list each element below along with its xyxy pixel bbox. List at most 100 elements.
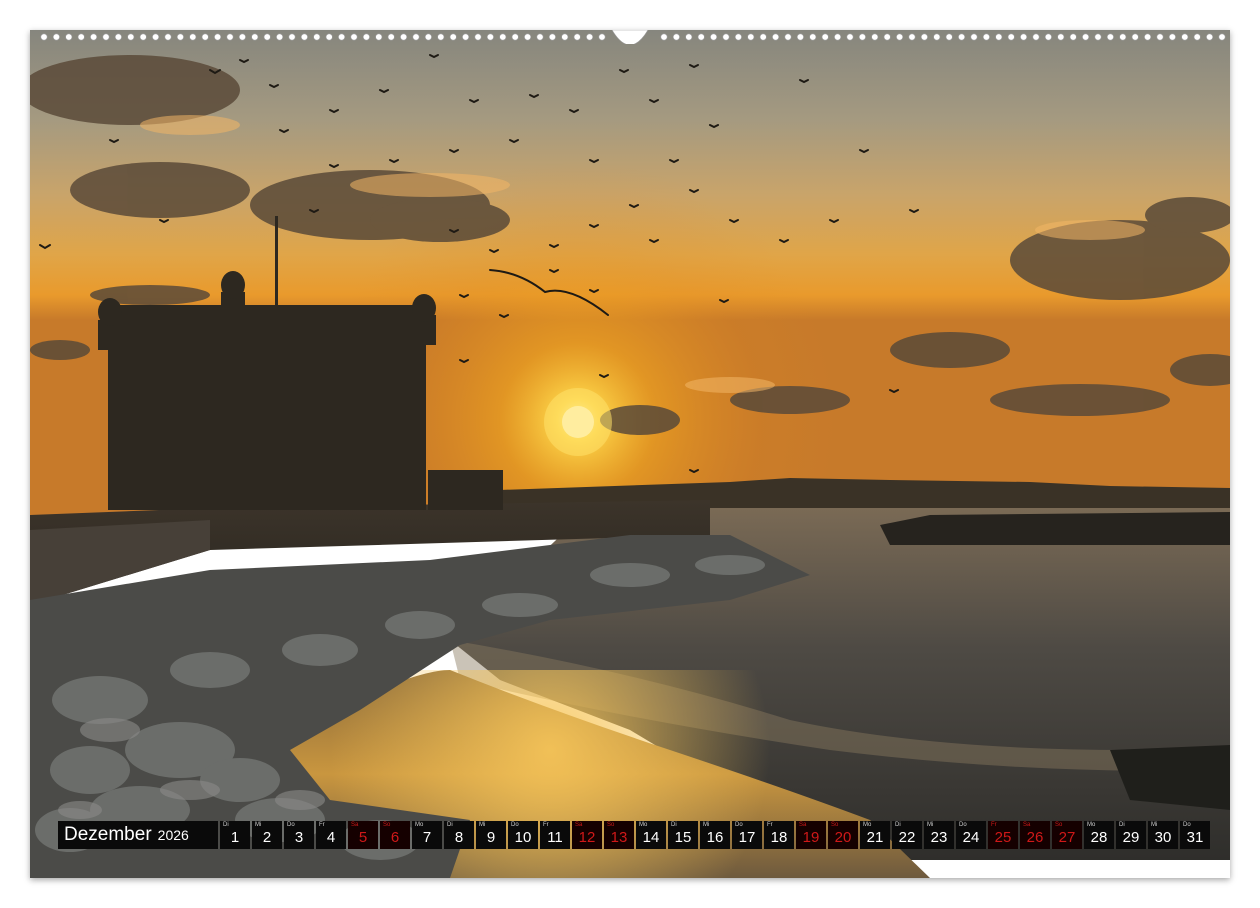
binding-hole	[1007, 33, 1015, 41]
day-number: 14	[642, 829, 660, 846]
binding-hole	[1020, 33, 1028, 41]
day-number: 19	[802, 829, 820, 846]
binding-hole	[152, 33, 160, 41]
weekday-label: Mo	[639, 822, 648, 828]
weekday-label: Di	[671, 822, 677, 828]
binding-hole	[772, 33, 780, 41]
binding-hole	[685, 33, 693, 41]
binding-hole	[548, 33, 556, 41]
calendar-day: Sa 12	[572, 821, 602, 849]
binding-hole	[114, 33, 122, 41]
binding-hole	[809, 33, 817, 41]
binding-hole	[896, 33, 904, 41]
day-number: 22	[898, 829, 916, 846]
calendar-day: Sa 5	[348, 821, 378, 849]
weekday-label: Di	[223, 822, 229, 828]
day-number: 30	[1154, 829, 1172, 846]
binding-hole	[90, 33, 98, 41]
binding-hole	[189, 33, 197, 41]
calendar-day: Do 3	[284, 821, 314, 849]
binding-hole	[1119, 33, 1127, 41]
binding-hole	[226, 33, 234, 41]
binding-hole	[511, 33, 519, 41]
binding-hole	[1032, 33, 1040, 41]
binding-hole	[834, 33, 842, 41]
binding-hole	[945, 33, 953, 41]
day-number: 2	[262, 829, 272, 846]
binding-hole	[821, 33, 829, 41]
binding-hole	[201, 33, 209, 41]
weekday-label: Sa	[351, 822, 359, 828]
calendar-day: Do 31	[1180, 821, 1210, 849]
weekday-label: Mi	[255, 822, 262, 828]
binding-hole	[784, 33, 792, 41]
binding-hole	[338, 33, 346, 41]
month-label: Dezember 2026	[58, 821, 218, 849]
calendar-day: Di 8	[444, 821, 474, 849]
binding-hole	[127, 33, 135, 41]
binding-hole	[908, 33, 916, 41]
day-number: 27	[1058, 829, 1076, 846]
day-number: 6	[390, 829, 400, 846]
binding-hole	[1069, 33, 1077, 41]
days-row: Di 1 Mi 2 Do 3 Fr 4 Sa 5 So 6 Mo 7 Di 8 Mi 9 Do 10 Fr 11 Sa 12 S…	[220, 821, 1210, 849]
binding-hole	[1082, 33, 1090, 41]
day-number: 28	[1090, 829, 1108, 846]
binding-hole	[796, 33, 804, 41]
binding-hole	[1156, 33, 1164, 41]
calendar-day: Fr 18	[764, 821, 794, 849]
day-number: 20	[834, 829, 852, 846]
binding-hole	[1193, 33, 1201, 41]
weekday-label: Do	[735, 822, 743, 828]
binding-hole	[920, 33, 928, 41]
calendar-day: Do 24	[956, 821, 986, 849]
calendar-day: Fr 4	[316, 821, 346, 849]
calendar-day: Mo 14	[636, 821, 666, 849]
calendar-day: Fr 11	[540, 821, 570, 849]
day-number: 12	[578, 829, 596, 846]
binding-hole	[449, 33, 457, 41]
binding-hole	[288, 33, 296, 41]
day-number: 8	[454, 829, 464, 846]
binding-hole	[375, 33, 383, 41]
binding-hole	[40, 33, 48, 41]
binding-hole	[970, 33, 978, 41]
binding-hole	[362, 33, 370, 41]
calendar-day: Di 22	[892, 821, 922, 849]
day-number: 5	[358, 829, 368, 846]
day-number: 16	[706, 829, 724, 846]
weekday-label: Mi	[1151, 822, 1158, 828]
weekday-label: So	[1055, 822, 1063, 828]
weekday-label: Fr	[319, 822, 325, 828]
binding-hole	[400, 33, 408, 41]
calendar-day: Mi 2	[252, 821, 282, 849]
calendar-day: Do 17	[732, 821, 762, 849]
binding-hole	[263, 33, 271, 41]
binding-hole	[871, 33, 879, 41]
binding-hole	[586, 33, 594, 41]
binding-hole	[462, 33, 470, 41]
binding-hole	[350, 33, 358, 41]
binding-hole	[1206, 33, 1214, 41]
calendar-day: Di 1	[220, 821, 250, 849]
day-number: 3	[294, 829, 304, 846]
day-number: 25	[994, 829, 1012, 846]
calendar-day: Do 10	[508, 821, 538, 849]
day-number: 26	[1026, 829, 1044, 846]
weekday-label: Do	[287, 822, 295, 828]
binding-hole	[387, 33, 395, 41]
binding-hole	[1144, 33, 1152, 41]
binding-hole	[238, 33, 246, 41]
calendar-day: Mo 7	[412, 821, 442, 849]
binding-hole	[883, 33, 891, 41]
day-number: 21	[866, 829, 884, 846]
binding-hole	[1044, 33, 1052, 41]
day-number: 29	[1122, 829, 1140, 846]
weekday-label: Do	[959, 822, 967, 828]
calendar-day: Sa 19	[796, 821, 826, 849]
weekday-label: Mo	[1087, 822, 1096, 828]
binding-hole	[1131, 33, 1139, 41]
binding-hole	[598, 33, 606, 41]
calendar-day: Mo 28	[1084, 821, 1114, 849]
binding-hole	[982, 33, 990, 41]
